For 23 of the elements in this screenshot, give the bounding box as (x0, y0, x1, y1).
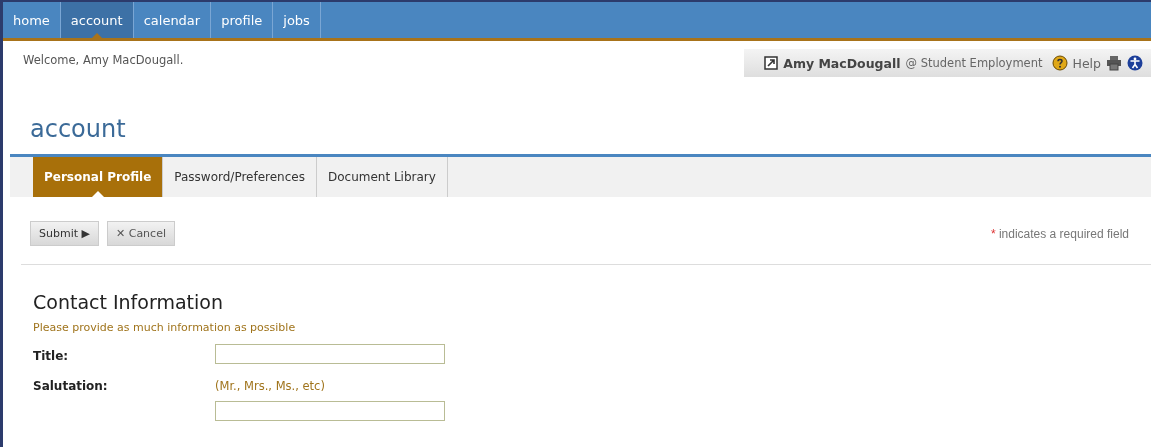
external-link-icon[interactable] (764, 56, 779, 70)
help-icon[interactable] (1051, 55, 1068, 71)
field-hint: (Mr., Mrs., Ms., etc) (215, 378, 326, 393)
tab[interactable]: Document Library (316, 157, 448, 197)
accessibility-icon[interactable] (1127, 55, 1143, 71)
organization-text: @ Student Employment (905, 56, 1043, 70)
submit-button[interactable]: Submit ▶ (30, 221, 99, 246)
tab[interactable]: Personal Profile (33, 157, 164, 197)
printer-icon[interactable] (1106, 55, 1122, 71)
section-title: Contact Information (33, 291, 224, 313)
page-title: account (29, 114, 127, 145)
field-label: Salutation: (33, 378, 109, 395)
user-name: Amy MacDougall (783, 55, 901, 71)
tab[interactable]: Password/Preferences (163, 157, 317, 197)
help-link[interactable]: Help (1072, 55, 1101, 71)
input-field[interactable] (215, 344, 445, 364)
required-note: * indicates a required field (990, 226, 1129, 241)
welcome-text: Welcome, Amy MacDougall. (22, 52, 184, 67)
input-field[interactable] (215, 401, 445, 421)
cancel-button[interactable]: ✕ Cancel (107, 221, 175, 246)
nav-tab[interactable]: account (60, 2, 134, 38)
section-subtitle: Please provide as much information as possible (33, 321, 297, 334)
field-label: Title: (33, 348, 70, 364)
